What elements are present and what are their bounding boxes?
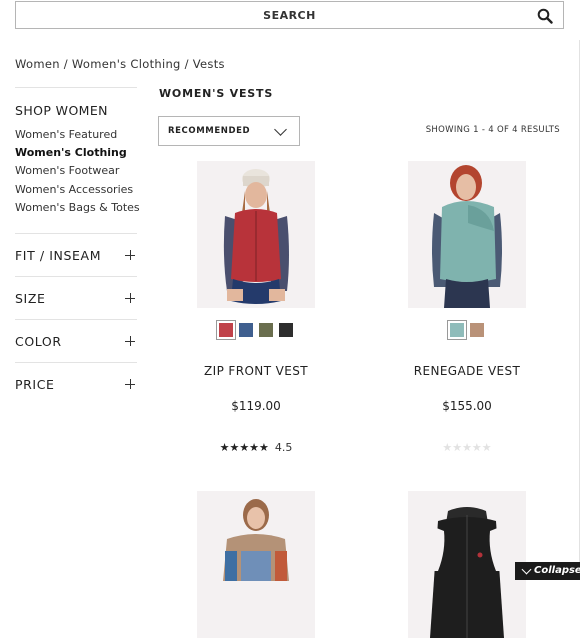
product-price: $119.00 — [231, 399, 281, 413]
plus-icon[interactable] — [125, 336, 135, 347]
plus-icon[interactable] — [125, 293, 135, 304]
filter-label: SIZE — [15, 291, 46, 307]
breadcrumb-item-vests: Vests — [192, 57, 225, 71]
star-rating-icon: ★★★★★ — [442, 441, 492, 454]
product-rating: ★★★★★ — [372, 441, 562, 454]
rating-value: 4.5 — [274, 441, 293, 454]
product-name[interactable]: ZIP FRONT VEST — [161, 364, 351, 378]
chevron-down-icon — [274, 123, 287, 136]
search-bar[interactable]: SEARCH — [15, 1, 564, 29]
product-image[interactable] — [197, 491, 315, 638]
product-price: $155.00 — [442, 399, 492, 413]
sidebar: SHOP WOMEN Women's Featured Women's Clot… — [15, 87, 140, 405]
sidebar-item-womens-accessories[interactable]: Women's Accessories — [15, 181, 137, 199]
product-rating[interactable]: ★★★★★ 4.5 — [161, 441, 351, 454]
color-swatch[interactable] — [279, 323, 293, 337]
color-swatch[interactable] — [447, 320, 467, 340]
product-image[interactable] — [408, 161, 526, 308]
breadcrumb-item-women[interactable]: Women — [15, 57, 60, 71]
sort-dropdown[interactable]: RECOMMENDED — [158, 116, 300, 146]
sort-selected-label: RECOMMENDED — [168, 126, 251, 136]
page-title: WOMEN'S VESTS — [159, 87, 274, 100]
plus-icon[interactable] — [125, 379, 135, 390]
filter-label: PRICE — [15, 377, 55, 393]
results-count: SHOWING 1 - 4 OF 4 RESULTS — [425, 125, 560, 135]
color-swatch[interactable] — [259, 323, 273, 337]
sidebar-item-womens-bags-totes[interactable]: Women's Bags & Totes — [15, 199, 140, 217]
filter-color[interactable]: COLOR — [15, 319, 137, 362]
product-photo-fur-vest — [197, 491, 315, 638]
breadcrumb: Women / Women's Clothing / Vests — [15, 57, 225, 71]
filter-size[interactable]: SIZE — [15, 276, 137, 319]
product-photo-zip-front-vest — [197, 161, 315, 308]
star-rating-icon: ★★★★★ — [219, 441, 269, 454]
filter-label: FIT / INSEAM — [15, 248, 102, 264]
collapse-label: Collapse — [534, 565, 580, 576]
filter-label: COLOR — [15, 334, 62, 350]
product-image[interactable] — [197, 161, 315, 308]
sidebar-item-womens-footwear[interactable]: Women's Footwear — [15, 162, 137, 180]
breadcrumb-item-womens-clothing[interactable]: Women's Clothing — [72, 57, 181, 71]
color-swatches — [372, 320, 562, 340]
sidebar-item-womens-clothing[interactable]: Women's Clothing — [15, 144, 137, 162]
plus-icon[interactable] — [125, 250, 135, 261]
collapse-button[interactable]: Collapse — [515, 562, 580, 580]
color-swatches — [161, 320, 351, 340]
breadcrumb-separator: / — [59, 57, 72, 71]
color-swatch[interactable] — [470, 323, 484, 337]
product-photo-renegade-vest — [408, 161, 526, 308]
sidebar-item-womens-featured[interactable]: Women's Featured — [15, 126, 137, 144]
sidebar-links: Women's Featured Women's Clothing Women'… — [15, 126, 140, 217]
product-image[interactable] — [408, 491, 526, 638]
color-swatch[interactable] — [216, 320, 236, 340]
breadcrumb-separator: / — [180, 57, 193, 71]
product-name[interactable]: RENEGADE VEST — [372, 364, 562, 378]
filter-price[interactable]: PRICE — [15, 362, 137, 405]
sidebar-title: SHOP WOMEN — [15, 103, 108, 118]
search-label: SEARCH — [263, 9, 316, 22]
color-swatch[interactable] — [239, 323, 253, 337]
sidebar-divider — [15, 87, 137, 88]
filter-fit-inseam[interactable]: FIT / INSEAM — [15, 233, 137, 276]
product-photo-black-fleece-vest — [408, 491, 526, 638]
search-icon[interactable] — [537, 8, 553, 24]
chevron-down-icon — [521, 564, 532, 575]
